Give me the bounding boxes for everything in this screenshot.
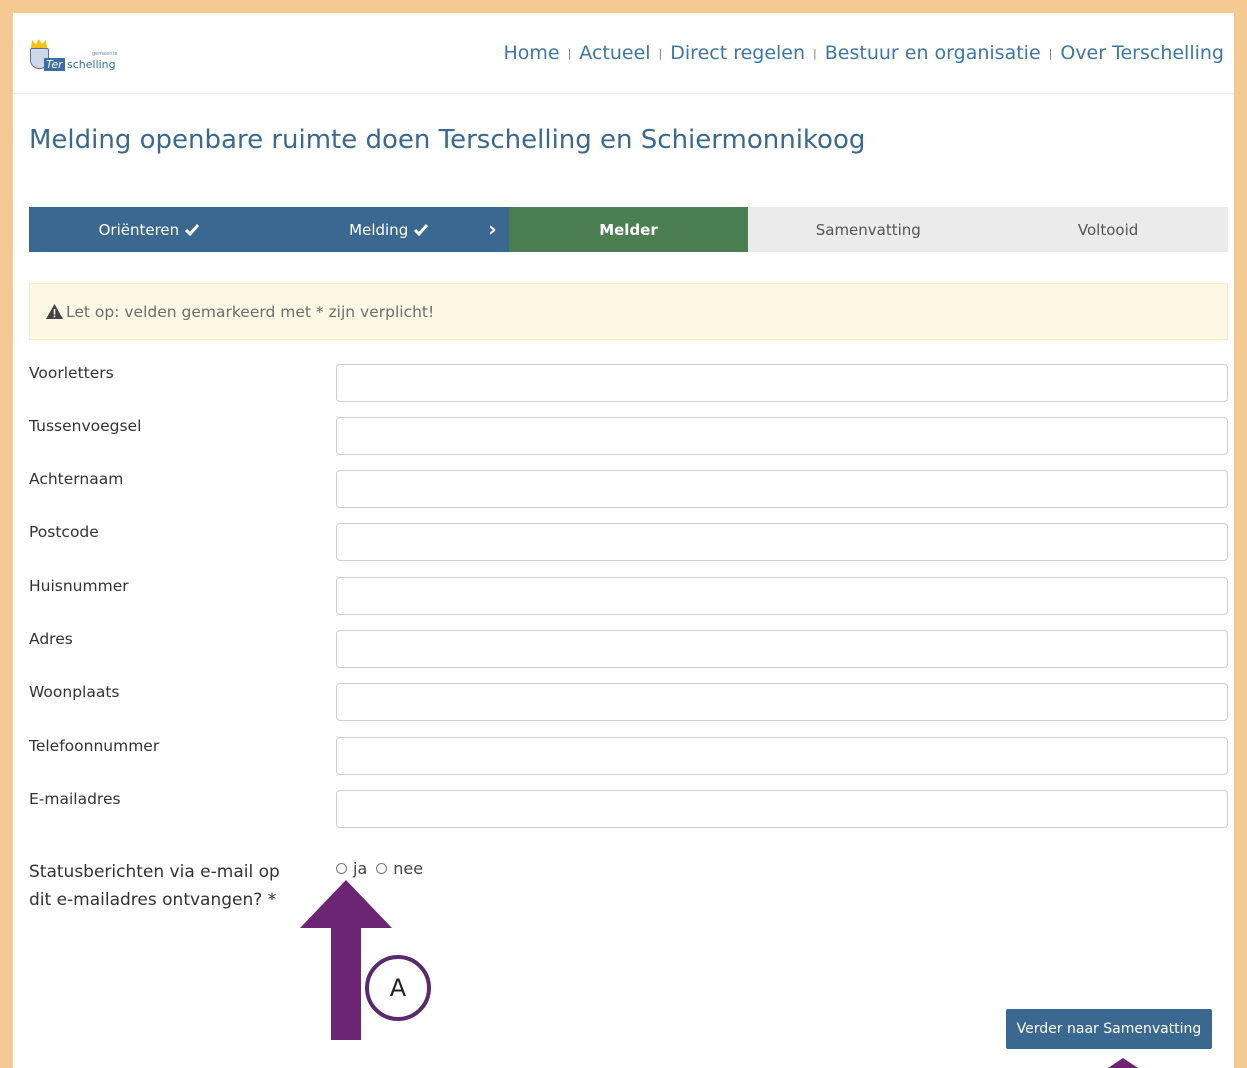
required-fields-alert: Let op: velden gemarkeerd met * zijn ver… — [29, 283, 1228, 340]
logo-small-text: gemeente — [92, 51, 118, 57]
field-label: Huisnummer — [29, 577, 129, 595]
field-label: Telefoonnummer — [29, 737, 160, 755]
annotation-label: A — [389, 974, 407, 1002]
achternaam-input[interactable] — [336, 470, 1228, 508]
field-label: E-mailadres — [29, 790, 121, 808]
adres-input[interactable] — [336, 630, 1228, 668]
nav-separator: | — [813, 46, 817, 60]
step-label: Voltooid — [1077, 220, 1139, 239]
step-melding[interactable]: Melding › — [268, 207, 509, 252]
radio-nee[interactable] — [376, 863, 388, 874]
radio-label-nee[interactable]: nee — [393, 859, 423, 878]
alert-text: Let op: velden gemarkeerd met * zijn ver… — [66, 302, 435, 321]
field-row-adres: Adres — [29, 630, 1228, 670]
page-frame: Ter schelling gemeente Home | Actueel | … — [13, 13, 1234, 1068]
crown-icon — [31, 39, 47, 48]
woonplaats-input[interactable] — [336, 683, 1228, 721]
field-label: Postcode — [29, 523, 99, 541]
field-row-voorletters: Voorletters — [29, 364, 1228, 404]
step-voltooid: Voltooid — [988, 207, 1228, 252]
nav-link-over-terschelling[interactable]: Over Terschelling — [1060, 42, 1224, 64]
step-label: Melding — [349, 220, 409, 239]
field-row-huisnummer: Huisnummer — [29, 577, 1228, 617]
postcode-input[interactable] — [336, 523, 1228, 561]
field-row-emailadres: E-mailadres — [29, 790, 1228, 830]
step-samenvatting: Samenvatting — [748, 207, 989, 252]
status-email-question: Statusberichten via e-mail op dit e-mail… — [29, 862, 280, 910]
tussenvoegsel-input[interactable] — [336, 417, 1228, 455]
nav-link-actueel[interactable]: Actueel — [579, 42, 650, 64]
top-navigation: Home | Actueel | Direct regelen | Bestuu… — [503, 42, 1224, 64]
nav-separator: | — [658, 46, 663, 60]
field-label: Woonplaats — [29, 683, 120, 701]
check-icon — [414, 223, 429, 236]
step-label: Oriënteren — [98, 220, 180, 239]
progress-steps: Oriënteren Melding › Melder Samenvatting… — [29, 207, 1228, 252]
status-email-radio-group: ja nee — [336, 859, 432, 878]
nav-separator: | — [1048, 46, 1053, 60]
radio-ja[interactable] — [336, 863, 347, 874]
field-label: Adres — [29, 630, 73, 648]
annotation-marker: A — [365, 955, 431, 1021]
email-input[interactable] — [336, 790, 1228, 828]
step-orienteren[interactable]: Oriënteren — [29, 207, 269, 252]
telefoonnummer-input[interactable] — [336, 737, 1228, 775]
field-label: Achternaam — [29, 470, 124, 488]
voorletters-input[interactable] — [336, 364, 1228, 402]
field-row-achternaam: Achternaam — [29, 470, 1228, 510]
field-row-postcode: Postcode — [29, 523, 1228, 563]
logo-text-prefix: Ter — [44, 58, 65, 71]
annotation-arrow-tip-icon — [1108, 1058, 1138, 1068]
field-row-tussenvoegsel: Tussenvoegsel — [29, 417, 1228, 457]
logo-text-suffix: schelling — [67, 58, 116, 71]
field-label: Tussenvoegsel — [29, 417, 142, 435]
field-row-telefoonnummer: Telefoonnummer — [29, 737, 1228, 777]
radio-label-ja[interactable]: ja — [353, 859, 367, 878]
verder-naar-samenvatting-button[interactable]: Verder naar Samenvatting — [1006, 1009, 1212, 1049]
step-label: Melder — [599, 220, 658, 239]
step-label: Samenvatting — [815, 220, 921, 239]
nav-link-home[interactable]: Home — [503, 42, 559, 64]
huisnummer-input[interactable] — [336, 577, 1228, 615]
nav-separator: | — [567, 46, 572, 60]
page-title: Melding openbare ruimte doen Terschellin… — [29, 125, 866, 155]
check-icon — [185, 223, 200, 236]
nav-link-direct-regelen[interactable]: Direct regelen — [670, 42, 805, 64]
chevron-right-icon: › — [488, 217, 497, 241]
step-melder: Melder — [508, 207, 749, 252]
site-header: Ter schelling gemeente Home | Actueel | … — [13, 13, 1234, 94]
site-logo[interactable]: Ter schelling gemeente — [28, 37, 138, 77]
nav-link-bestuur[interactable]: Bestuur en organisatie — [825, 42, 1041, 64]
warning-triangle-icon — [46, 304, 63, 319]
field-row-woonplaats: Woonplaats — [29, 683, 1228, 723]
field-label: Voorletters — [29, 364, 114, 382]
